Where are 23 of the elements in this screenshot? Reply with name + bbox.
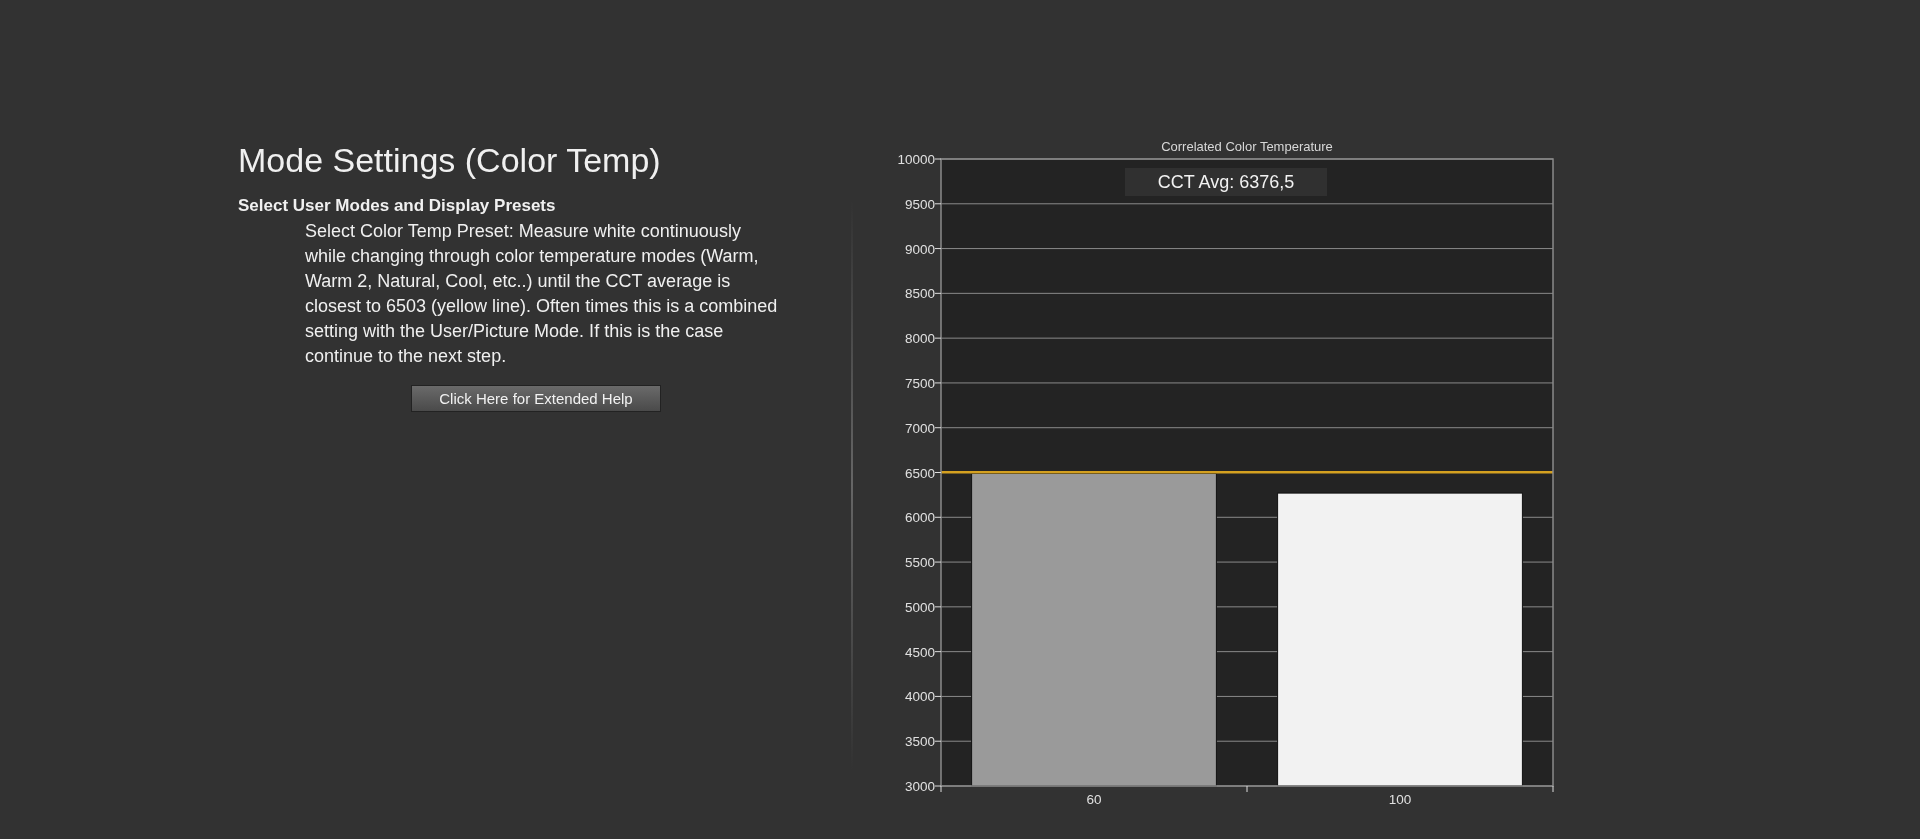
page-heading: Mode Settings (Color Temp) bbox=[238, 140, 662, 181]
y-tick-label: 9000 bbox=[904, 241, 935, 257]
y-tick-label: 5500 bbox=[904, 555, 935, 571]
y-tick-label: 7000 bbox=[904, 420, 935, 436]
instructions-text: Select Color Temp Preset: Measure white continuously while changing through color temperature modes (Warm, Warm 2, Natural, Cool, etc..) until the CCT average is closest to 6503 (yellow line). Often times this is a combined setting with the User/Picture Mode. If this is the case continue to the next step. bbox=[305, 220, 779, 368]
y-tick-label: 3000 bbox=[904, 779, 935, 794]
y-tick-label: 3500 bbox=[904, 734, 935, 750]
extended-help-button[interactable]: Click Here for Extended Help bbox=[411, 385, 661, 412]
x-tick-label: 60 bbox=[1086, 792, 1102, 807]
chart-title: Correlated Color Temperature bbox=[1161, 139, 1333, 154]
y-tick-label: 9500 bbox=[904, 196, 935, 212]
y-tick-label: 6500 bbox=[904, 465, 935, 481]
x-tick-label: 100 bbox=[1388, 792, 1412, 807]
y-tick-label: 7500 bbox=[904, 375, 935, 391]
y-tick-label: 10000 bbox=[897, 152, 935, 167]
y-tick-label: 5000 bbox=[904, 599, 935, 615]
section-title: Select User Modes and Display Presets bbox=[238, 196, 557, 216]
y-tick-label: 6000 bbox=[904, 510, 935, 526]
y-tick-label: 8500 bbox=[904, 286, 935, 302]
average-label: CCT Avg: 6376,5 bbox=[1125, 168, 1327, 196]
y-tick-label: 4000 bbox=[904, 689, 935, 705]
y-tick-label: 4500 bbox=[904, 644, 935, 660]
y-tick-label: 8000 bbox=[904, 331, 935, 347]
